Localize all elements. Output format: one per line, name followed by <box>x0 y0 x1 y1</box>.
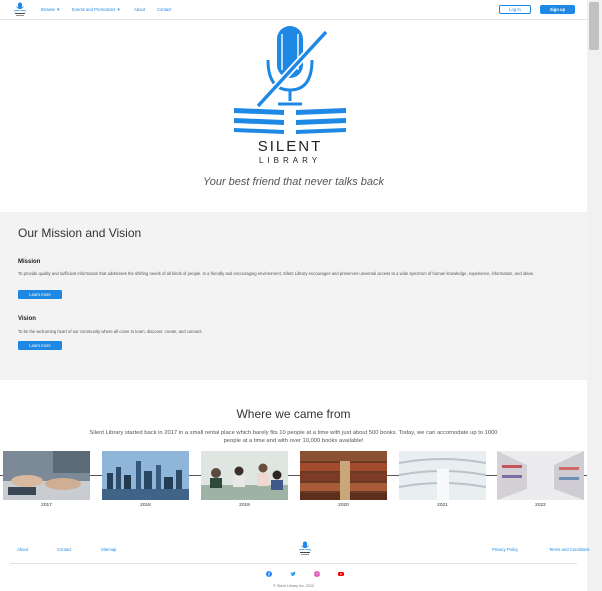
vision-text: To be the welcoming heart of our communi… <box>18 329 203 334</box>
timeline-photo-2018 <box>102 451 189 500</box>
timeline-photo-2017 <box>3 451 90 500</box>
mission-heading: Mission <box>18 259 41 265</box>
silent-library-logo: SILENT LIBRARY <box>234 26 346 164</box>
nav-logo-icon[interactable] <box>12 2 28 17</box>
mission-learn-more-button[interactable]: Learn more <box>18 290 62 299</box>
hero-section: SILENT LIBRARY Your best friend that nev… <box>0 20 587 212</box>
facebook-icon[interactable] <box>266 571 272 577</box>
youtube-icon[interactable] <box>338 571 344 577</box>
timeline-year-2022: 2022 <box>535 503 546 508</box>
svg-text:LIBRARY: LIBRARY <box>259 156 321 164</box>
footer-about-link[interactable]: About <box>17 547 28 552</box>
copyright-text: © Silent Library Inc. 2022 <box>273 584 314 588</box>
nav-browse-menu[interactable]: Browse ▼ <box>41 7 60 12</box>
timeline-photo-2021 <box>399 451 486 500</box>
mission-text: To provide quality and sufficient inform… <box>18 271 534 276</box>
page-scrollbar-track[interactable] <box>587 0 602 591</box>
footer-terms-link[interactable]: Terms and Conditions <box>549 547 590 552</box>
nav-contact-link[interactable]: Contact <box>157 7 171 12</box>
instagram-icon[interactable] <box>314 571 320 577</box>
timeline-photo-2019 <box>201 451 288 500</box>
footer-divider <box>10 563 577 564</box>
timeline-year-2021: 2021 <box>437 503 448 508</box>
timeline-photo-2022 <box>497 451 584 500</box>
vision-heading: Vision <box>18 316 36 322</box>
login-button[interactable]: Log In <box>499 5 531 14</box>
hero-tagline: Your best friend that never talks back <box>203 176 384 188</box>
timeline-year-2018: 2018 <box>140 503 151 508</box>
nav-events-menu[interactable]: Events and Promotions ▼ <box>72 7 121 12</box>
vision-learn-more-button[interactable]: Learn more <box>18 341 62 350</box>
svg-text:SILENT: SILENT <box>258 138 323 155</box>
footer-sitemap-link[interactable]: Sitemap <box>101 547 116 552</box>
timeline-photo-2020 <box>300 451 387 500</box>
twitter-icon[interactable] <box>290 571 296 577</box>
footer-privacy-link[interactable]: Privacy Policy <box>492 547 518 552</box>
timeline-year-2020: 2020 <box>338 503 349 508</box>
signup-button[interactable]: Sign up <box>540 5 575 14</box>
footer-contact-link[interactable]: Contact <box>57 547 71 552</box>
mission-section-title: Our Mission and Vision <box>18 226 142 240</box>
top-navbar: Browse ▼ Events and Promotions ▼ About C… <box>0 0 587 20</box>
footer-logo-icon[interactable] <box>297 541 313 556</box>
page-scrollbar-thumb[interactable] <box>589 2 599 50</box>
nav-about-link[interactable]: About <box>134 7 145 12</box>
history-section-title: Where we came from <box>236 407 351 421</box>
timeline-year-2019: 2019 <box>239 503 250 508</box>
timeline-year-2017: 2017 <box>41 503 52 508</box>
history-text: Silent Library started back in 2017 in a… <box>89 430 498 444</box>
